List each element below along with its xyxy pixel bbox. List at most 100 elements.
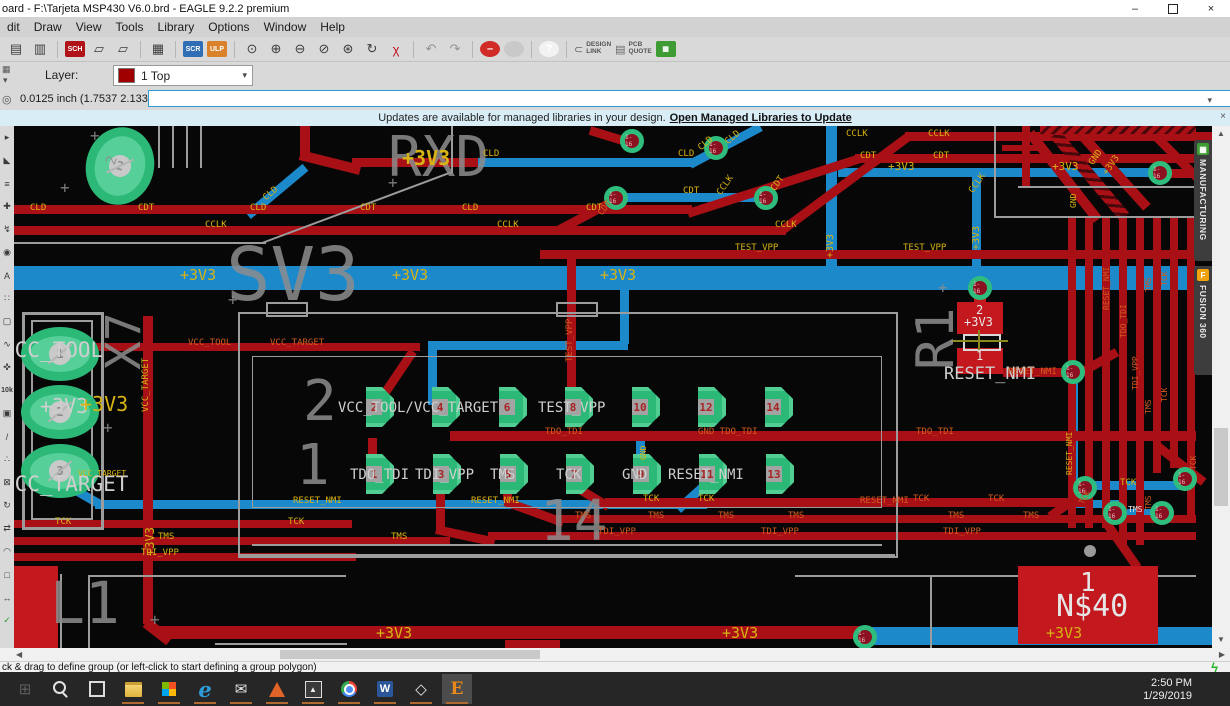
- left-tool-9[interactable]: ∿: [0, 333, 14, 356]
- command-input[interactable]: [148, 90, 1230, 107]
- taskbar-mail[interactable]: [226, 674, 256, 704]
- menu-window[interactable]: Window: [257, 18, 314, 36]
- taskbar-3d-viewer[interactable]: [406, 674, 436, 704]
- horizontal-scroll-thumb[interactable]: [280, 650, 540, 659]
- toolbar-refresh-button[interactable]: ↻: [362, 40, 382, 59]
- tab-fusion-360[interactable]: F FUSION 360: [1194, 266, 1212, 375]
- trace-segment: [779, 131, 914, 235]
- left-tool-15[interactable]: ⊠: [0, 471, 14, 494]
- layer-selected: 1 Top: [141, 68, 171, 83]
- scroll-down-icon[interactable]: ▼: [1217, 636, 1225, 644]
- toolbar-zoom-redraw-button[interactable]: ⊛: [338, 40, 358, 59]
- menu-help[interactable]: Help: [313, 18, 352, 36]
- scroll-up-icon[interactable]: ▲: [1217, 130, 1225, 138]
- left-tool-6[interactable]: A: [0, 264, 14, 287]
- grid-mini-icon[interactable]: ▦: [2, 64, 11, 75]
- taskbar-edge[interactable]: [190, 674, 220, 704]
- toolbar-save-button[interactable]: ▤: [6, 40, 26, 59]
- toolbar-help-button[interactable]: ?: [539, 41, 559, 57]
- scroll-right-icon[interactable]: ▶: [1219, 651, 1225, 659]
- toolbar-manufacturing-tool-button[interactable]: ▦: [655, 41, 676, 57]
- layer-dropdown[interactable]: 1 Top ▾: [113, 65, 253, 86]
- taskbar-file-explorer[interactable]: [118, 674, 148, 704]
- toolbar-go-button[interactable]: [504, 41, 524, 57]
- left-tool-1[interactable]: ◣: [0, 149, 14, 172]
- taskbar-eagle[interactable]: [442, 674, 472, 704]
- left-tool-10[interactable]: ✜: [0, 356, 14, 379]
- left-tool-19[interactable]: □: [0, 563, 14, 586]
- left-tool-7[interactable]: ∷: [0, 287, 14, 310]
- menu-options[interactable]: Options: [201, 18, 256, 36]
- left-tool-13[interactable]: /: [0, 425, 14, 448]
- left-tool-17[interactable]: ⇄: [0, 517, 14, 540]
- net-label: +3V3: [722, 624, 759, 642]
- taskbar-photos[interactable]: [298, 674, 328, 704]
- left-tool-2[interactable]: ≡: [0, 172, 14, 195]
- eagle-window: oard - F:\Tarjeta MSP430 V6.0.brd - EAGL…: [0, 0, 1230, 706]
- net-label: +3V3: [600, 266, 637, 284]
- toolbar-sheet-manager-button[interactable]: ▱: [89, 40, 109, 59]
- menu-view[interactable]: View: [69, 18, 109, 36]
- left-tool-20[interactable]: ↔: [0, 586, 14, 609]
- net-label: +3V3: [1052, 160, 1079, 173]
- taskbar-task-view[interactable]: [82, 674, 112, 704]
- managed-libraries-link[interactable]: Open Managed Libraries to Update: [670, 112, 852, 124]
- toolbar-redo-button[interactable]: ↷: [445, 40, 465, 59]
- taskbar-microsoft-store[interactable]: [154, 674, 184, 704]
- toolbar-zoom-fit-button[interactable]: ⊙: [242, 40, 262, 59]
- left-tool-11[interactable]: 10k: [0, 379, 14, 402]
- left-tool-5[interactable]: ◉: [0, 241, 14, 264]
- toolbar-board-manager-button[interactable]: ▱: [113, 40, 133, 59]
- taskbar-word[interactable]: [370, 674, 400, 704]
- horizontal-scrollbar[interactable]: ◀ ▶: [0, 648, 1230, 661]
- taskbar-clock[interactable]: 2:50 PM 1/29/2019: [1143, 677, 1192, 702]
- menu-library[interactable]: Library: [151, 18, 202, 36]
- left-tool-3[interactable]: ✚: [0, 195, 14, 218]
- net-label: TMS: [788, 511, 805, 521]
- toolbar-zoom-out-button[interactable]: ⊖: [290, 40, 310, 59]
- toolbar-zoom-select-button[interactable]: ⊘: [314, 40, 334, 59]
- menu-draw[interactable]: Draw: [27, 18, 69, 36]
- scroll-left-icon[interactable]: ◀: [16, 651, 22, 659]
- left-tool-8[interactable]: ▢: [0, 310, 14, 333]
- toolbar-scr-script-button[interactable]: SCR: [183, 41, 203, 57]
- left-tool-14[interactable]: ∴: [0, 448, 14, 471]
- notification-close-icon[interactable]: ×: [1220, 111, 1226, 122]
- taskbar-matlab[interactable]: [262, 674, 292, 704]
- toolbar-stop-button[interactable]: –: [480, 41, 500, 57]
- via-1-16: 1-16: [968, 276, 992, 300]
- close-button[interactable]: ×: [1192, 0, 1230, 17]
- vertical-scrollbar[interactable]: ▲ ▼: [1212, 126, 1230, 648]
- net-label: CLD: [462, 203, 479, 213]
- toolbar-ulp-run-button[interactable]: ULP: [207, 41, 227, 57]
- toolbar-pcb-quote-button[interactable]: ▤ PCB QUOTE: [615, 40, 652, 59]
- toolbar-ripup-button[interactable]: χ: [386, 40, 406, 59]
- toolbar-print-button[interactable]: ▥: [30, 40, 50, 59]
- toolbar-grid-button[interactable]: ▦: [148, 40, 168, 59]
- left-tool-16[interactable]: ↻: [0, 494, 14, 517]
- mark-icon[interactable]: ◎: [2, 93, 12, 106]
- minimize-button[interactable]: –: [1116, 0, 1154, 17]
- pcb-canvas[interactable]: 2 4 6 8 10 12 14 1 3 5 7 9 11 13 1 2 3 2 1-16 1-16 1-16 1-16 1…: [14, 126, 1212, 648]
- restore-button[interactable]: [1154, 0, 1192, 17]
- left-tool-4[interactable]: ↯: [0, 218, 14, 241]
- vertical-scroll-thumb[interactable]: [1214, 428, 1228, 506]
- toolbar-zoom-in-button[interactable]: ⊕: [266, 40, 286, 59]
- caret-mini-icon[interactable]: ▾: [3, 75, 8, 86]
- toolbar-undo-button[interactable]: ↶: [421, 40, 441, 59]
- tab-manufacturing[interactable]: ▦ MANUFACTURING: [1194, 140, 1212, 261]
- toolbar-design-link-button[interactable]: ⊂ DESIGN LINK: [574, 40, 611, 59]
- net-label: +3V3: [971, 225, 982, 250]
- taskbar-chrome[interactable]: [334, 674, 364, 704]
- command-history-caret[interactable]: ▾: [1207, 95, 1212, 106]
- left-tool-0[interactable]: ▸: [0, 126, 14, 149]
- menu-tools[interactable]: Tools: [109, 18, 151, 36]
- taskbar-start[interactable]: [10, 674, 40, 704]
- left-tool-21[interactable]: ✓: [0, 609, 14, 632]
- left-tool-12[interactable]: ▣: [0, 402, 14, 425]
- left-tool-18[interactable]: ◠: [0, 540, 14, 563]
- taskbar-search[interactable]: [46, 674, 76, 704]
- net-label: +: [388, 173, 398, 192]
- menu-dit[interactable]: dit: [0, 18, 27, 36]
- toolbar-sch-editor-button[interactable]: SCH: [65, 41, 85, 57]
